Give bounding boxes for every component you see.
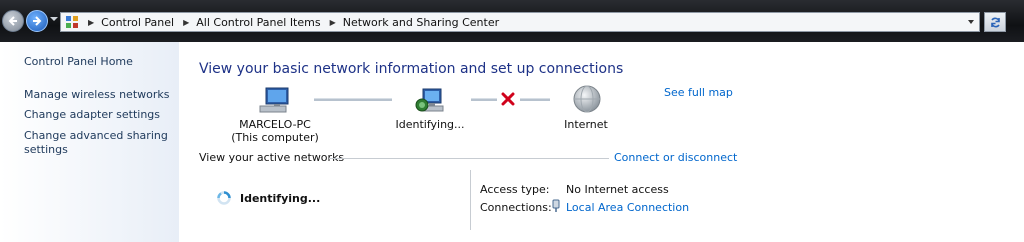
access-type-value: No Internet access [566, 183, 669, 196]
breadcrumb-separator-icon[interactable]: ▶ [88, 18, 94, 27]
manage-wireless-networks-link[interactable]: Manage wireless networks [24, 88, 169, 102]
computer-icon [259, 87, 289, 113]
globe-icon [573, 85, 601, 113]
active-networks-label: View your active networks [199, 151, 345, 164]
connection-line [471, 98, 497, 101]
red-x-icon[interactable] [500, 91, 516, 107]
ethernet-plug-icon [552, 199, 560, 212]
network-identifying-icon [415, 88, 444, 112]
change-adapter-settings-link[interactable]: Change adapter settings [24, 108, 160, 122]
network-node-label[interactable]: Identifying... [390, 118, 470, 131]
control-panel-icon [65, 15, 79, 29]
change-advanced-sharing-settings-link[interactable]: Change advanced sharing [24, 129, 168, 143]
vertical-divider [470, 170, 471, 230]
breadcrumb-network-sharing-center[interactable]: Network and Sharing Center [343, 16, 499, 29]
breadcrumb-control-panel[interactable]: Control Panel [101, 16, 174, 29]
page-title: View your basic network information and … [199, 61, 624, 77]
connection-line [520, 98, 550, 101]
arrow-left-icon [8, 16, 17, 26]
navigation-bar: ▶ Control Panel ▶ All Control Panel Item… [0, 0, 1024, 42]
breadcrumb-all-items[interactable]: All Control Panel Items [196, 16, 320, 29]
control-panel-home-link[interactable]: Control Panel Home [24, 55, 133, 69]
connections-label: Connections: [480, 201, 552, 214]
address-bar[interactable]: ▶ Control Panel ▶ All Control Panel Item… [60, 12, 980, 32]
address-dropdown-icon[interactable] [968, 20, 974, 24]
breadcrumb-separator-icon[interactable]: ▶ [330, 18, 336, 27]
recent-pages-dropdown[interactable] [50, 17, 58, 21]
computer-name-label[interactable]: MARCELO-PC [229, 118, 321, 131]
this-computer-label: (This computer) [231, 131, 319, 144]
local-area-connection-link[interactable]: Local Area Connection [566, 201, 689, 214]
section-divider [329, 158, 609, 159]
active-network-name: Identifying... [240, 192, 321, 205]
change-advanced-sharing-settings-link-line2[interactable]: settings [24, 143, 68, 157]
arrow-right-icon [33, 16, 42, 26]
forward-button[interactable] [26, 10, 48, 32]
connect-or-disconnect-link[interactable]: Connect or disconnect [614, 151, 737, 164]
breadcrumb-separator-icon[interactable]: ▶ [183, 18, 189, 27]
access-type-label: Access type: [480, 183, 550, 196]
see-full-map-link[interactable]: See full map [664, 86, 733, 99]
connection-line [314, 98, 392, 101]
internet-node-label[interactable]: Internet [556, 118, 616, 131]
refresh-icon [991, 17, 1000, 28]
busy-spinner-icon [217, 191, 231, 205]
back-button[interactable] [2, 10, 24, 32]
refresh-button[interactable] [984, 12, 1006, 32]
